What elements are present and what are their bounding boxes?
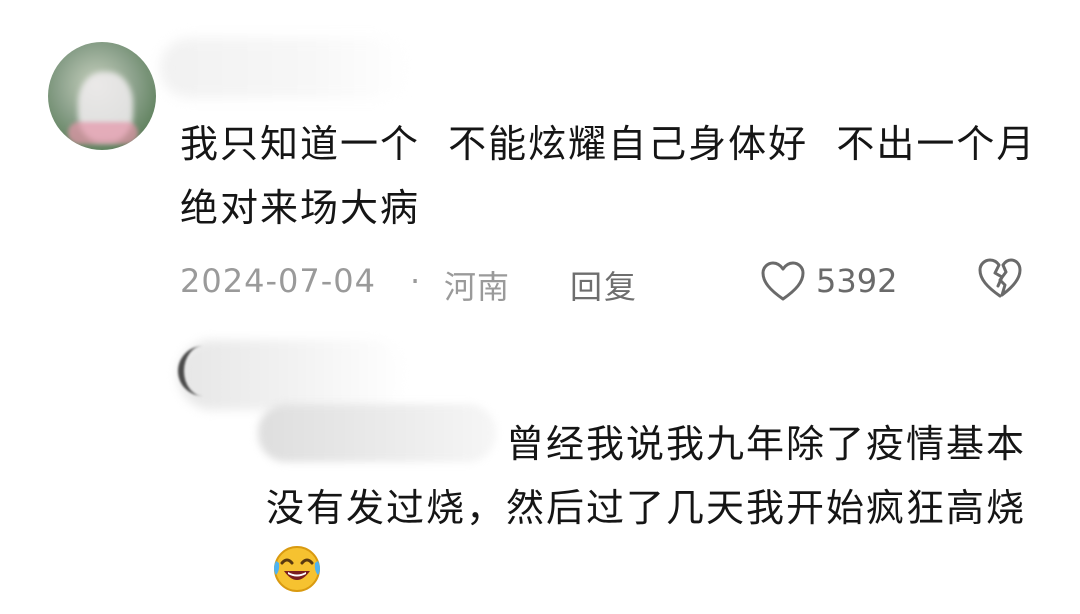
like-button[interactable]: 5392: [760, 254, 940, 310]
dislike-button[interactable]: [976, 256, 1026, 306]
broken-heart-icon: [978, 258, 1022, 298]
like-count: 5392: [816, 262, 898, 300]
reply-text: 曾经我说我九年除了疫情基本没有发过烧，然后过了几天我开始疯狂高烧: [266, 412, 1046, 604]
comment-date: 2024-07-04: [180, 262, 376, 300]
comment-meta-row: 2024-07-04 · 河南 回复 5392: [180, 252, 1040, 312]
heart-outline-icon: [761, 261, 805, 301]
reply-text-content: 曾经我说我九年除了疫情基本没有发过烧，然后过了几天我开始疯狂高烧: [266, 422, 1027, 530]
commenter-avatar[interactable]: [48, 42, 156, 150]
commenter-name-redacted[interactable]: [160, 38, 410, 98]
comment-text: 我只知道一个 不能炫耀自己身体好 不出一个月绝对来场大病: [180, 122, 1037, 230]
reply-button[interactable]: 回复: [570, 262, 638, 308]
avatar-blur-shape-2: [68, 122, 138, 144]
comment-location: 河南: [444, 268, 511, 306]
laughing-crying-emoji-icon: [270, 541, 324, 595]
meta-separator: ·: [410, 262, 421, 300]
